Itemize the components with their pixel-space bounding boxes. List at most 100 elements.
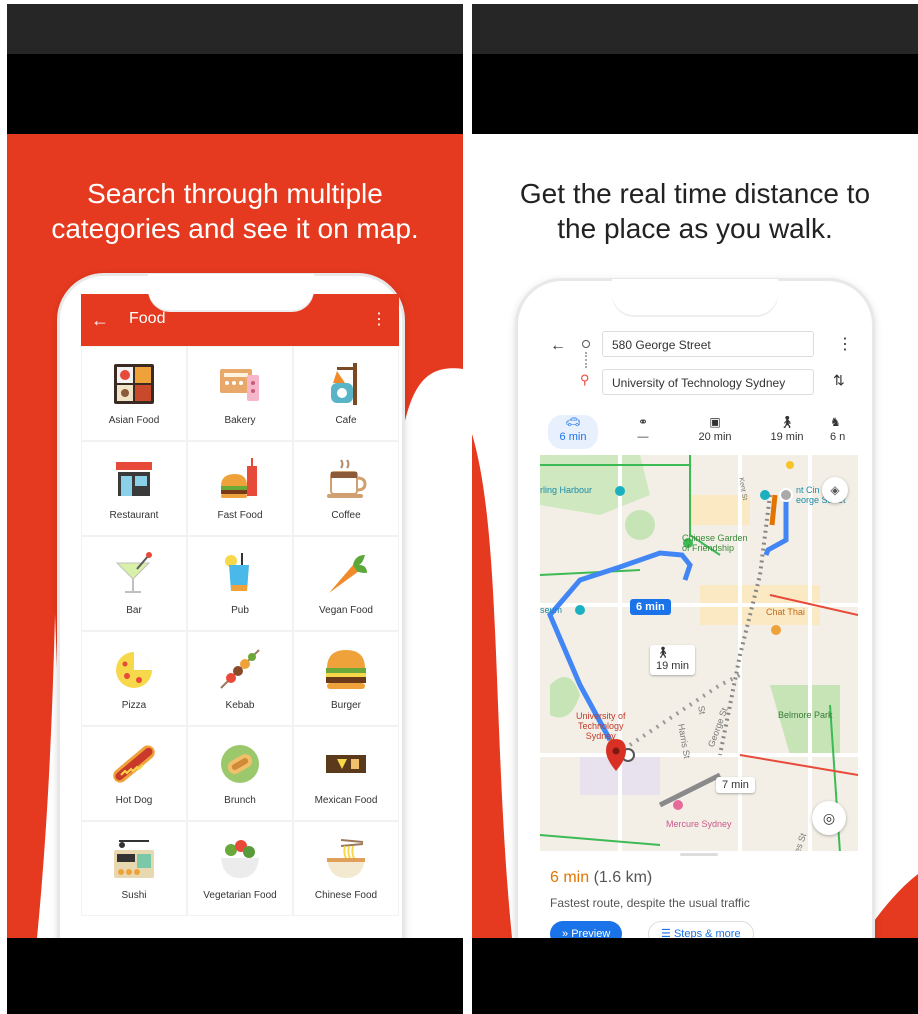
category-restaurant[interactable]: Restaurant — [81, 441, 187, 536]
category-burger[interactable]: Burger — [293, 631, 399, 726]
category-label: Hot Dog — [115, 795, 153, 806]
car-icon: 🚗︎ — [565, 415, 581, 429]
category-pizza[interactable]: Pizza — [81, 631, 187, 726]
salad-icon — [221, 840, 259, 878]
headline-line-1: Get the real time distance to — [519, 178, 871, 209]
mode-time: 19 min — [770, 431, 804, 443]
map-label-university-line-1: University of — [576, 711, 626, 721]
map-label-belmore-park: Belmore Park — [778, 710, 833, 720]
map-label-garden: Chinese Garden of Friendship — [682, 533, 748, 553]
category-label: Asian Food — [108, 415, 160, 426]
coffee-icon — [327, 459, 367, 498]
category-bar[interactable]: Bar — [81, 536, 187, 631]
overflow-menu-icon[interactable]: ⋮ — [837, 334, 853, 354]
category-label: Bakery — [224, 415, 256, 426]
alt-time-badge: 7 min — [716, 777, 755, 793]
phone-notch — [148, 274, 314, 310]
category-hot-dog[interactable]: Hot Dog — [81, 726, 187, 821]
map-label-university-line-2: Technology — [577, 721, 624, 731]
layers-icon[interactable]: ◈ — [822, 477, 848, 503]
destination-field[interactable]: University of Technology Sydney — [602, 369, 814, 395]
map-label-george-line-1: nt Cin — [796, 485, 820, 495]
category-vegetarian-food[interactable]: Vegetarian Food — [187, 821, 293, 916]
destination-pin-icon: ⚲ — [580, 372, 590, 387]
category-label: Fast Food — [217, 510, 263, 521]
category-bakery[interactable]: Bakery — [187, 346, 293, 441]
category-fast-food[interactable]: Fast Food — [187, 441, 293, 536]
pizza-icon — [116, 652, 152, 688]
category-label: Vegan Food — [319, 605, 373, 616]
map-label-chat-thai: Chat Thai — [766, 607, 805, 617]
route-summary-sheet: 6 min (1.6 km) Fastest route, despite th… — [540, 851, 858, 938]
map-view[interactable]: rling Harbour Chinese Garden of Friendshi… — [540, 455, 858, 854]
app-bar-title: Food — [129, 310, 166, 327]
promo-background: Get the real time distance to the place … — [472, 134, 918, 938]
category-coffee[interactable]: Coffee — [293, 441, 399, 536]
steps-button[interactable]: ☰ Steps & more — [648, 921, 754, 938]
category-sushi[interactable]: Sushi — [81, 821, 187, 916]
map-canvas — [540, 455, 858, 854]
mode-drive[interactable]: 🚗︎ 6 min — [548, 415, 598, 449]
category-asian-food[interactable]: Asian Food — [81, 346, 187, 441]
swap-icon[interactable]: ⇅ — [833, 372, 845, 389]
burger-icon — [326, 650, 366, 689]
category-grid: Asian Food Bakery Cafe Restaurant Fast F… — [81, 346, 399, 916]
map-label-university-line-3: Sydney — [585, 731, 616, 741]
origin-field[interactable]: 580 George Street — [602, 331, 814, 357]
cocktail-icon — [115, 552, 152, 593]
sheet-handle[interactable] — [680, 853, 718, 856]
drink-icon — [225, 553, 249, 591]
preview-button[interactable]: » Preview — [550, 921, 623, 938]
category-cafe[interactable]: Cafe — [293, 346, 399, 441]
my-location-icon[interactable]: ◎ — [812, 801, 846, 835]
category-label: Vegetarian Food — [203, 890, 277, 901]
category-kebab[interactable]: Kebab — [187, 631, 293, 726]
route-time: 6 min — [550, 869, 590, 886]
category-label: Bar — [126, 605, 142, 616]
kebab-icon — [220, 649, 260, 689]
mexican-icon — [326, 755, 366, 773]
walk-icon: 🚶︎ — [656, 647, 670, 659]
category-mexican-food[interactable]: Mexican Food — [293, 726, 399, 821]
hot-dog-icon — [113, 745, 155, 783]
back-arrow-icon[interactable]: ← — [91, 310, 109, 331]
promo-background: Search through multiple categories and s… — [7, 134, 463, 938]
overflow-menu-icon[interactable]: ⋮ — [371, 309, 387, 329]
phone-frame: ← Food ⋮ Asian Food Bakery Cafe Restaura… — [60, 274, 402, 938]
phone-frame: ← ⚲ 580 George Street University of Tech… — [518, 279, 872, 938]
letterbox-top — [7, 54, 463, 134]
map-label-mercure: Mercure Sydney — [666, 819, 732, 829]
left-promo-panel: Search through multiple categories and s… — [7, 4, 463, 1014]
category-label: Pub — [231, 605, 249, 616]
directions-screen: ← ⚲ 580 George Street University of Tech… — [540, 321, 858, 938]
mode-transit[interactable]: ▣ 20 min — [690, 415, 740, 443]
status-bar — [7, 4, 463, 54]
category-vegan-food[interactable]: Vegan Food — [293, 536, 399, 631]
map-label-garden-line-1: Chinese Garden — [682, 533, 748, 543]
category-pub[interactable]: Pub — [187, 536, 293, 631]
mode-walk[interactable]: 🚶︎ 19 min — [762, 415, 812, 443]
category-label: Kebab — [225, 700, 255, 711]
category-label: Chinese Food — [314, 890, 378, 901]
letterbox-top — [472, 54, 918, 134]
mode-cycle[interactable]: ♞ 6 n — [830, 415, 858, 443]
mode-motorbike[interactable]: ⚭ — — [618, 415, 668, 443]
steps-label: Steps & more — [673, 928, 741, 938]
route-distance: (1.6 km) — [593, 869, 653, 886]
category-brunch[interactable]: Brunch — [187, 726, 293, 821]
travel-mode-bar: 🚗︎ 6 min ⚭ — ▣ 20 min 🚶︎ 19 min ♞ 6 n — [540, 413, 858, 455]
mode-time: — — [637, 431, 649, 443]
preview-label: Preview — [571, 928, 611, 938]
right-promo-panel: Get the real time distance to the place … — [472, 4, 918, 1014]
category-label: Sushi — [121, 890, 147, 901]
mode-time: 6 min — [559, 431, 587, 443]
noodles-icon — [327, 839, 365, 878]
category-chinese-food[interactable]: Chinese Food — [293, 821, 399, 916]
bento-icon — [114, 364, 154, 404]
back-arrow-icon[interactable]: ← — [550, 337, 566, 355]
phone-notch — [612, 279, 778, 315]
bakery-icon — [220, 369, 259, 401]
map-label-museum: seum — [540, 605, 563, 615]
route-connector — [585, 352, 589, 368]
preview-icon: » — [562, 928, 569, 938]
